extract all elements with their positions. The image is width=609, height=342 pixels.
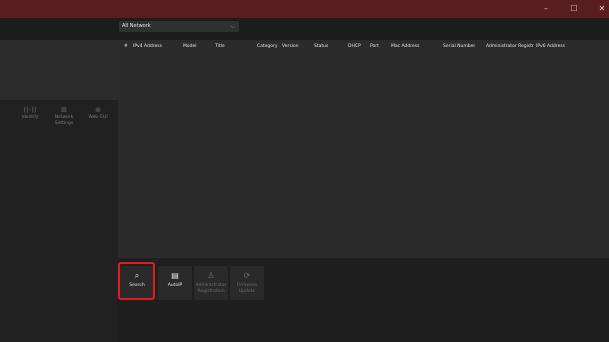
network-select-value: All Network [122,23,151,29]
network-settings-icon: ⊞ [61,106,67,114]
column-header-index[interactable]: # [124,44,128,50]
network-settings-button[interactable]: ⊞ Network Settings [47,106,81,126]
administrator-registration-button[interactable]: ♙ Administrator Registration [194,266,228,300]
firmware-update-label: Firmware Update [236,283,258,294]
column-header-ipv6-address[interactable]: IPv6 Address [536,44,565,50]
web-gui-label: Web GUI [88,115,108,120]
network-settings-label: Network Settings [54,115,74,126]
identify-label: Identify [21,115,39,120]
device-info-panel [0,40,118,100]
antenna-icon: ((·)) [23,106,37,114]
administrator-registration-label: Administrator Registration [195,283,227,294]
maximize-button[interactable]: ☐ [566,3,582,15]
autoip-button[interactable]: ▤ AutoIP [158,266,192,300]
column-header-version[interactable]: Version [282,44,299,50]
column-header-ipv4-address[interactable]: IPv4 Address [133,44,162,50]
column-header-category[interactable]: Category [257,44,278,50]
device-table[interactable] [118,40,609,258]
column-header-mac-address[interactable]: Mac Address [391,44,419,50]
column-header-status[interactable]: Status [314,44,328,50]
column-header-port[interactable]: Port [370,44,379,50]
sidebar-header [0,18,118,40]
column-header-model[interactable]: Model [183,44,197,50]
identify-button[interactable]: ((·)) Identify [13,106,47,121]
firmware-update-icon: ⟳ [243,271,251,280]
minimize-button[interactable]: – [538,3,554,15]
chevron-down-icon: ⌵ [230,23,235,30]
title-bar [0,0,609,18]
column-header-administrator-registration[interactable]: Administrator Registr [486,44,534,50]
autoip-icon: ▤ [171,271,179,280]
network-select[interactable]: All Network ⌵ [119,21,239,32]
search-highlight-box [118,262,155,300]
column-header-serial-number[interactable]: Serial Number [443,44,475,50]
autoip-label: AutoIP [167,283,183,288]
close-button[interactable]: ✕ [594,3,609,15]
web-gui-button[interactable]: ⊕ Web GUI [81,106,115,121]
firmware-update-button[interactable]: ⟳ Firmware Update [230,266,264,300]
column-header-title[interactable]: Title [215,44,225,50]
column-header-dhcp[interactable]: DHCP [348,44,361,50]
administrator-icon: ♙ [207,271,215,280]
globe-icon: ⊕ [95,106,101,114]
